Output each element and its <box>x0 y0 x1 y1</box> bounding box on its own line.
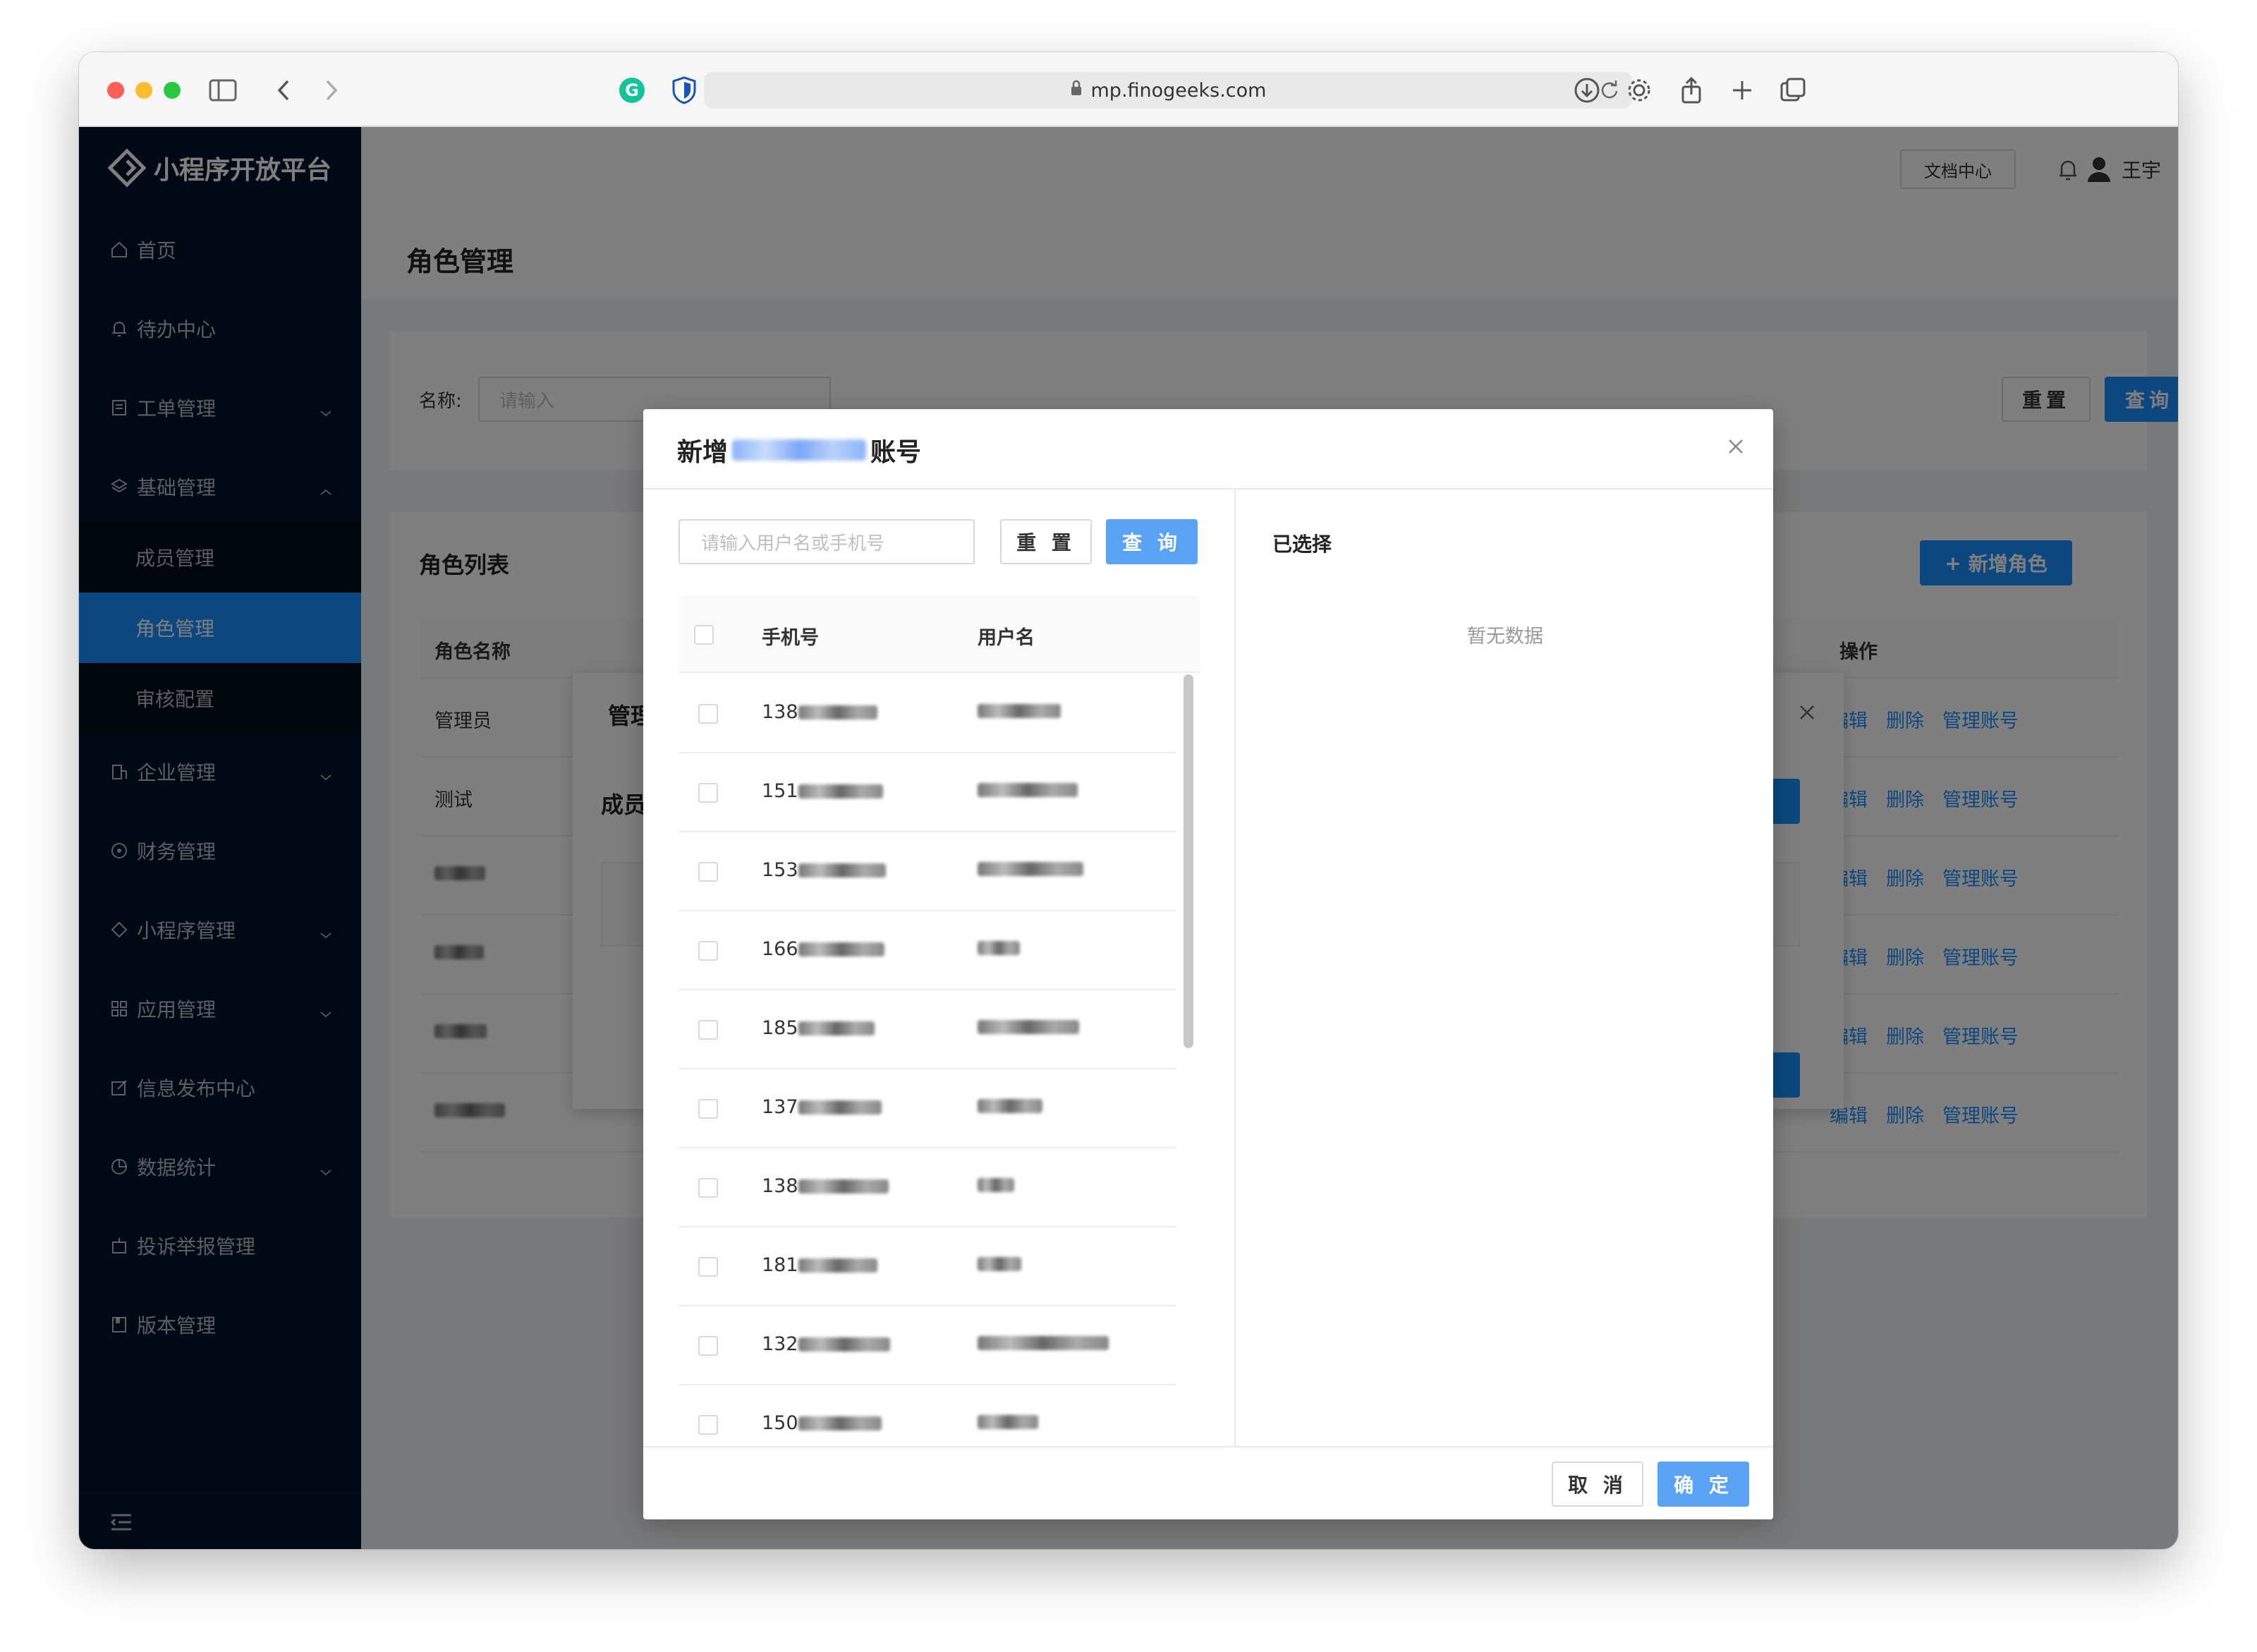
tab-overview-icon[interactable] <box>1776 73 1810 107</box>
forward-icon[interactable] <box>315 73 348 107</box>
row-checkbox[interactable] <box>698 783 718 803</box>
row-checkbox[interactable] <box>698 1178 718 1198</box>
phone-cell: 137 <box>762 1096 882 1118</box>
grammarly-icon[interactable]: G <box>615 73 649 107</box>
modal-header: 新增 账号 <box>643 409 1773 490</box>
share-icon[interactable] <box>1674 73 1708 107</box>
phone-cell: 150 <box>762 1412 882 1434</box>
app-area: 小程序开放平台 首页 待办中心 工单管理 基础管理 成员管理 <box>79 127 2178 1549</box>
back-icon[interactable] <box>267 73 300 107</box>
phone-cell: 166 <box>762 938 884 960</box>
scrollbar-thumb[interactable] <box>1184 674 1193 1048</box>
maximize-window-button[interactable] <box>164 82 181 99</box>
table-row[interactable]: 153 <box>679 832 1176 911</box>
row-checkbox[interactable] <box>698 1257 718 1277</box>
phone-cell: 181 <box>762 1254 877 1276</box>
phone-cell: 151 <box>762 780 883 802</box>
username-cell-redacted <box>978 1415 1038 1432</box>
table-row[interactable]: 132 <box>679 1306 1176 1385</box>
user-search-input[interactable]: 请输入用户名或手机号 <box>679 519 975 564</box>
row-checkbox[interactable] <box>698 1415 718 1435</box>
redacted-role-name <box>732 439 867 461</box>
phone-cell: 138 <box>762 701 877 723</box>
username-cell-redacted <box>978 1257 1021 1274</box>
phone-cell: 185 <box>762 1017 875 1039</box>
username-cell-redacted <box>978 1020 1079 1037</box>
empty-state: 暂无数据 <box>1467 626 1543 648</box>
selected-panel: 已选择 暂无数据 <box>1237 490 1773 1446</box>
modal-title-prefix: 新增 <box>677 438 729 467</box>
username-cell-redacted <box>978 704 1061 721</box>
address-bar[interactable]: mp.finogeeks.com <box>704 72 1632 109</box>
table-row[interactable]: 137 <box>679 1069 1176 1148</box>
browser-toolbar: G mp.finogeeks.com <box>79 52 2178 127</box>
row-checkbox[interactable] <box>698 1336 718 1356</box>
col-username: 用户名 <box>978 627 1035 649</box>
username-cell-redacted <box>978 783 1078 800</box>
username-cell-redacted <box>978 1336 1109 1353</box>
username-cell-redacted <box>978 1178 1014 1195</box>
table-row[interactable]: 151 <box>679 753 1176 832</box>
table-row[interactable]: 138 <box>679 674 1176 753</box>
close-window-button[interactable] <box>107 82 124 99</box>
lock-icon <box>1070 80 1083 102</box>
url-text: mp.finogeeks.com <box>1090 79 1267 102</box>
phone-cell: 138 <box>762 1175 889 1197</box>
modal-title: 新增 账号 <box>677 432 921 468</box>
browser-window: G mp.finogeeks.com 新增 账号 请输入用户名或手机号 重 置 … <box>79 52 2178 1549</box>
user-picker-panel: 请输入用户名或手机号 重 置 查 询 手机号 用户名 138 151 153 1… <box>643 490 1236 1446</box>
table-row[interactable]: 185 <box>679 990 1176 1069</box>
selected-title: 已选择 <box>1272 533 1332 556</box>
phone-cell: 132 <box>762 1333 890 1355</box>
table-row[interactable]: 150 <box>679 1385 1176 1446</box>
phone-cell: 153 <box>762 859 886 881</box>
add-account-modal: 新增 账号 请输入用户名或手机号 重 置 查 询 手机号 用户名 138 151… <box>643 409 1773 1519</box>
username-cell-redacted <box>978 941 1020 958</box>
row-checkbox[interactable] <box>698 704 718 724</box>
search-reset-button[interactable]: 重 置 <box>1000 519 1092 564</box>
row-checkbox[interactable] <box>698 862 718 882</box>
table-row[interactable]: 138 <box>679 1148 1176 1227</box>
search-query-button[interactable]: 查 询 <box>1106 519 1198 564</box>
col-phone: 手机号 <box>762 627 819 649</box>
close-icon[interactable] <box>1727 437 1745 458</box>
table-row[interactable]: 166 <box>679 911 1176 990</box>
sidebar-toggle-icon[interactable] <box>206 73 240 107</box>
cancel-button[interactable]: 取 消 <box>1552 1462 1643 1507</box>
modal-title-suffix: 账号 <box>870 438 922 467</box>
minimize-window-button[interactable] <box>135 82 152 99</box>
row-checkbox[interactable] <box>698 1099 718 1119</box>
user-table-header: 手机号 用户名 <box>679 595 1200 673</box>
modal-footer: 取 消 确 定 <box>643 1446 1773 1519</box>
table-row[interactable]: 181 <box>679 1227 1176 1306</box>
username-cell-redacted <box>978 862 1083 879</box>
svg-text:G: G <box>625 80 639 100</box>
username-cell-redacted <box>978 1099 1042 1116</box>
row-checkbox[interactable] <box>698 941 718 961</box>
settings-gear-icon[interactable] <box>1622 73 1656 107</box>
select-all-checkbox[interactable] <box>694 625 714 645</box>
new-tab-icon[interactable] <box>1725 73 1759 107</box>
bitwarden-shield-icon[interactable] <box>667 73 701 107</box>
row-checkbox[interactable] <box>698 1020 718 1040</box>
confirm-button[interactable]: 确 定 <box>1657 1462 1749 1507</box>
download-icon[interactable] <box>1570 73 1604 107</box>
